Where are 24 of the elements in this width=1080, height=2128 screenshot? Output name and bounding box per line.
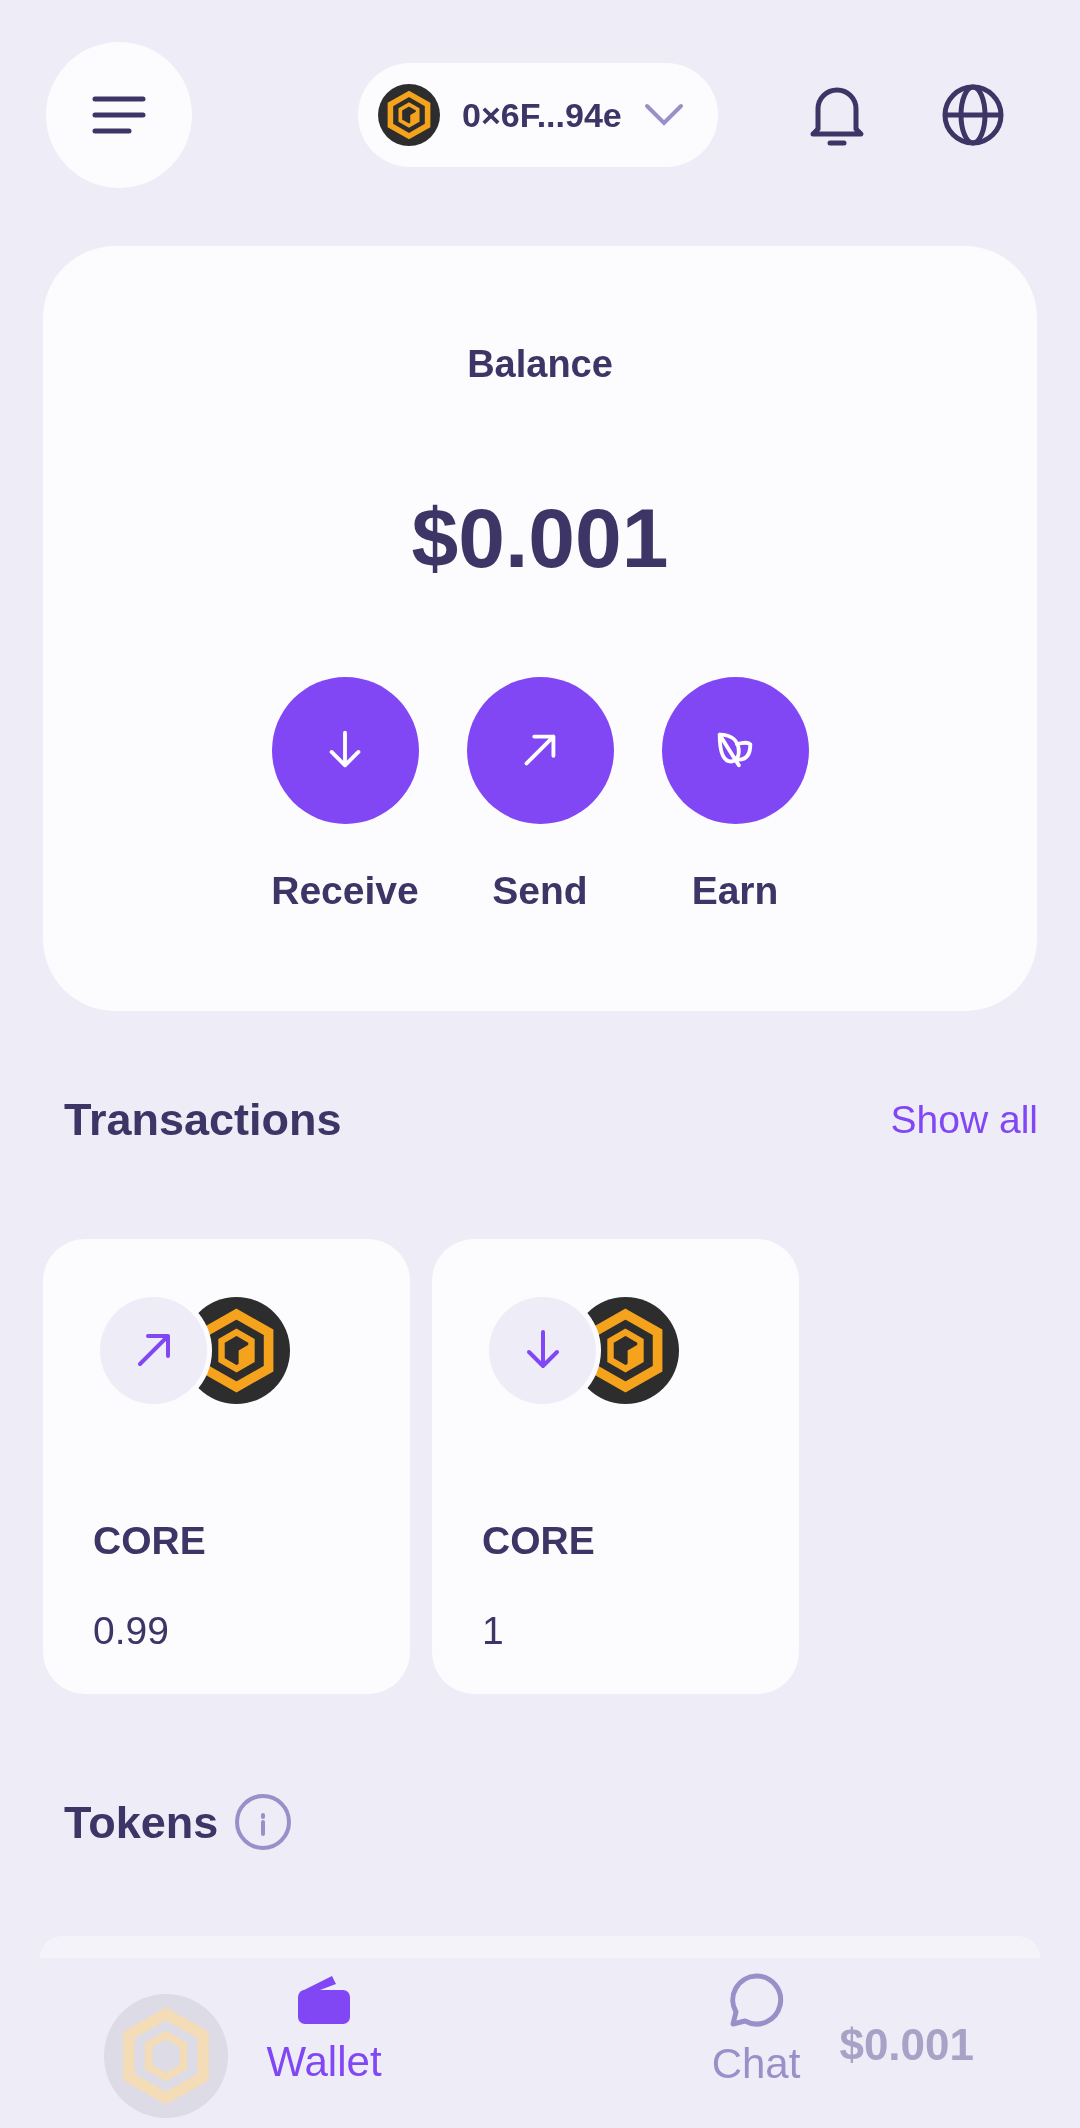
token-symbol: CORE	[482, 1517, 596, 1564]
token-symbol: CORE	[93, 1517, 207, 1564]
transaction-card[interactable]: CORE 1	[432, 1238, 799, 1694]
globe-icon	[942, 84, 1004, 146]
coin-icon	[104, 1994, 228, 2118]
transaction-amount: 0.99	[93, 1608, 170, 1654]
account-selector[interactable]: 0×6F...94e	[358, 63, 718, 167]
chevron-down-icon	[643, 103, 684, 127]
balance-label: Balance	[466, 342, 614, 387]
send-button[interactable]: Send	[445, 676, 635, 921]
section-title: Tokens	[64, 1795, 219, 1850]
receive-button[interactable]: Receive	[250, 676, 440, 921]
earn-button[interactable]: Earn	[640, 676, 830, 921]
nav-tab[interactable]: Wallet	[108, 1958, 540, 2128]
language-button[interactable]	[942, 84, 1004, 146]
token-value: $0.001	[839, 2019, 974, 2071]
show-all-link[interactable]: Show all	[890, 1090, 1038, 1149]
transaction-amount: 1	[482, 1608, 505, 1654]
coin-icon	[378, 84, 440, 146]
chat-bubble-icon	[728, 1972, 784, 2028]
section-title: Transactions	[64, 1093, 342, 1147]
balance-amount: $0.001	[410, 490, 670, 587]
menu-icon	[92, 96, 146, 134]
transaction-card[interactable]: CORE 0.99	[43, 1238, 410, 1694]
